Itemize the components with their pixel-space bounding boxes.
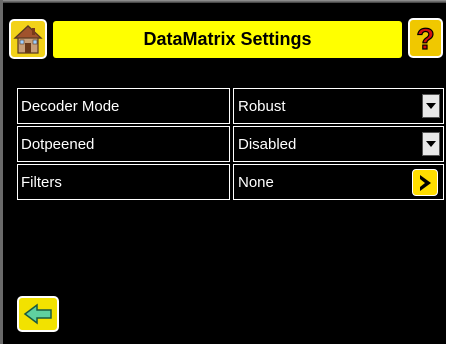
settings-row-dotpeened: Dotpeened Disabled (17, 126, 444, 162)
svg-text:?: ? (416, 23, 434, 54)
help-button[interactable]: ? (408, 18, 443, 58)
decoder-mode-dropdown[interactable]: Robust (233, 88, 444, 124)
settings-table: Decoder Mode Robust Dotpeened Disabled F… (17, 88, 444, 202)
dotpeened-label: Dotpeened (17, 126, 230, 162)
settings-row-decoder-mode: Decoder Mode Robust (17, 88, 444, 124)
filters-value: None (238, 173, 274, 191)
dotpeened-dropdown[interactable]: Disabled (233, 126, 444, 162)
page-title: DataMatrix Settings (143, 29, 312, 49)
back-button[interactable] (17, 296, 59, 332)
frame-left-border (0, 0, 3, 344)
chevron-down-icon[interactable] (422, 94, 440, 118)
chevron-down-icon[interactable] (422, 132, 440, 156)
back-arrow-icon (23, 303, 52, 325)
frame-right-border (446, 0, 452, 344)
settings-row-filters: Filters None (17, 164, 444, 200)
settings-screen: DataMatrix Settings ? Decoder Mode Robus… (0, 0, 452, 344)
decoder-mode-label: Decoder Mode (17, 88, 230, 124)
decoder-mode-value: Robust (238, 97, 286, 115)
home-button[interactable] (9, 19, 47, 59)
dotpeened-value: Disabled (238, 135, 297, 153)
home-icon (13, 23, 43, 55)
help-question-icon: ? (416, 22, 436, 54)
frame-top-border (0, 0, 452, 3)
filters-value-cell[interactable]: None (233, 164, 444, 200)
filters-label: Filters (17, 164, 230, 200)
chevron-right-icon[interactable] (412, 169, 438, 196)
title-bar: DataMatrix Settings (53, 21, 402, 58)
